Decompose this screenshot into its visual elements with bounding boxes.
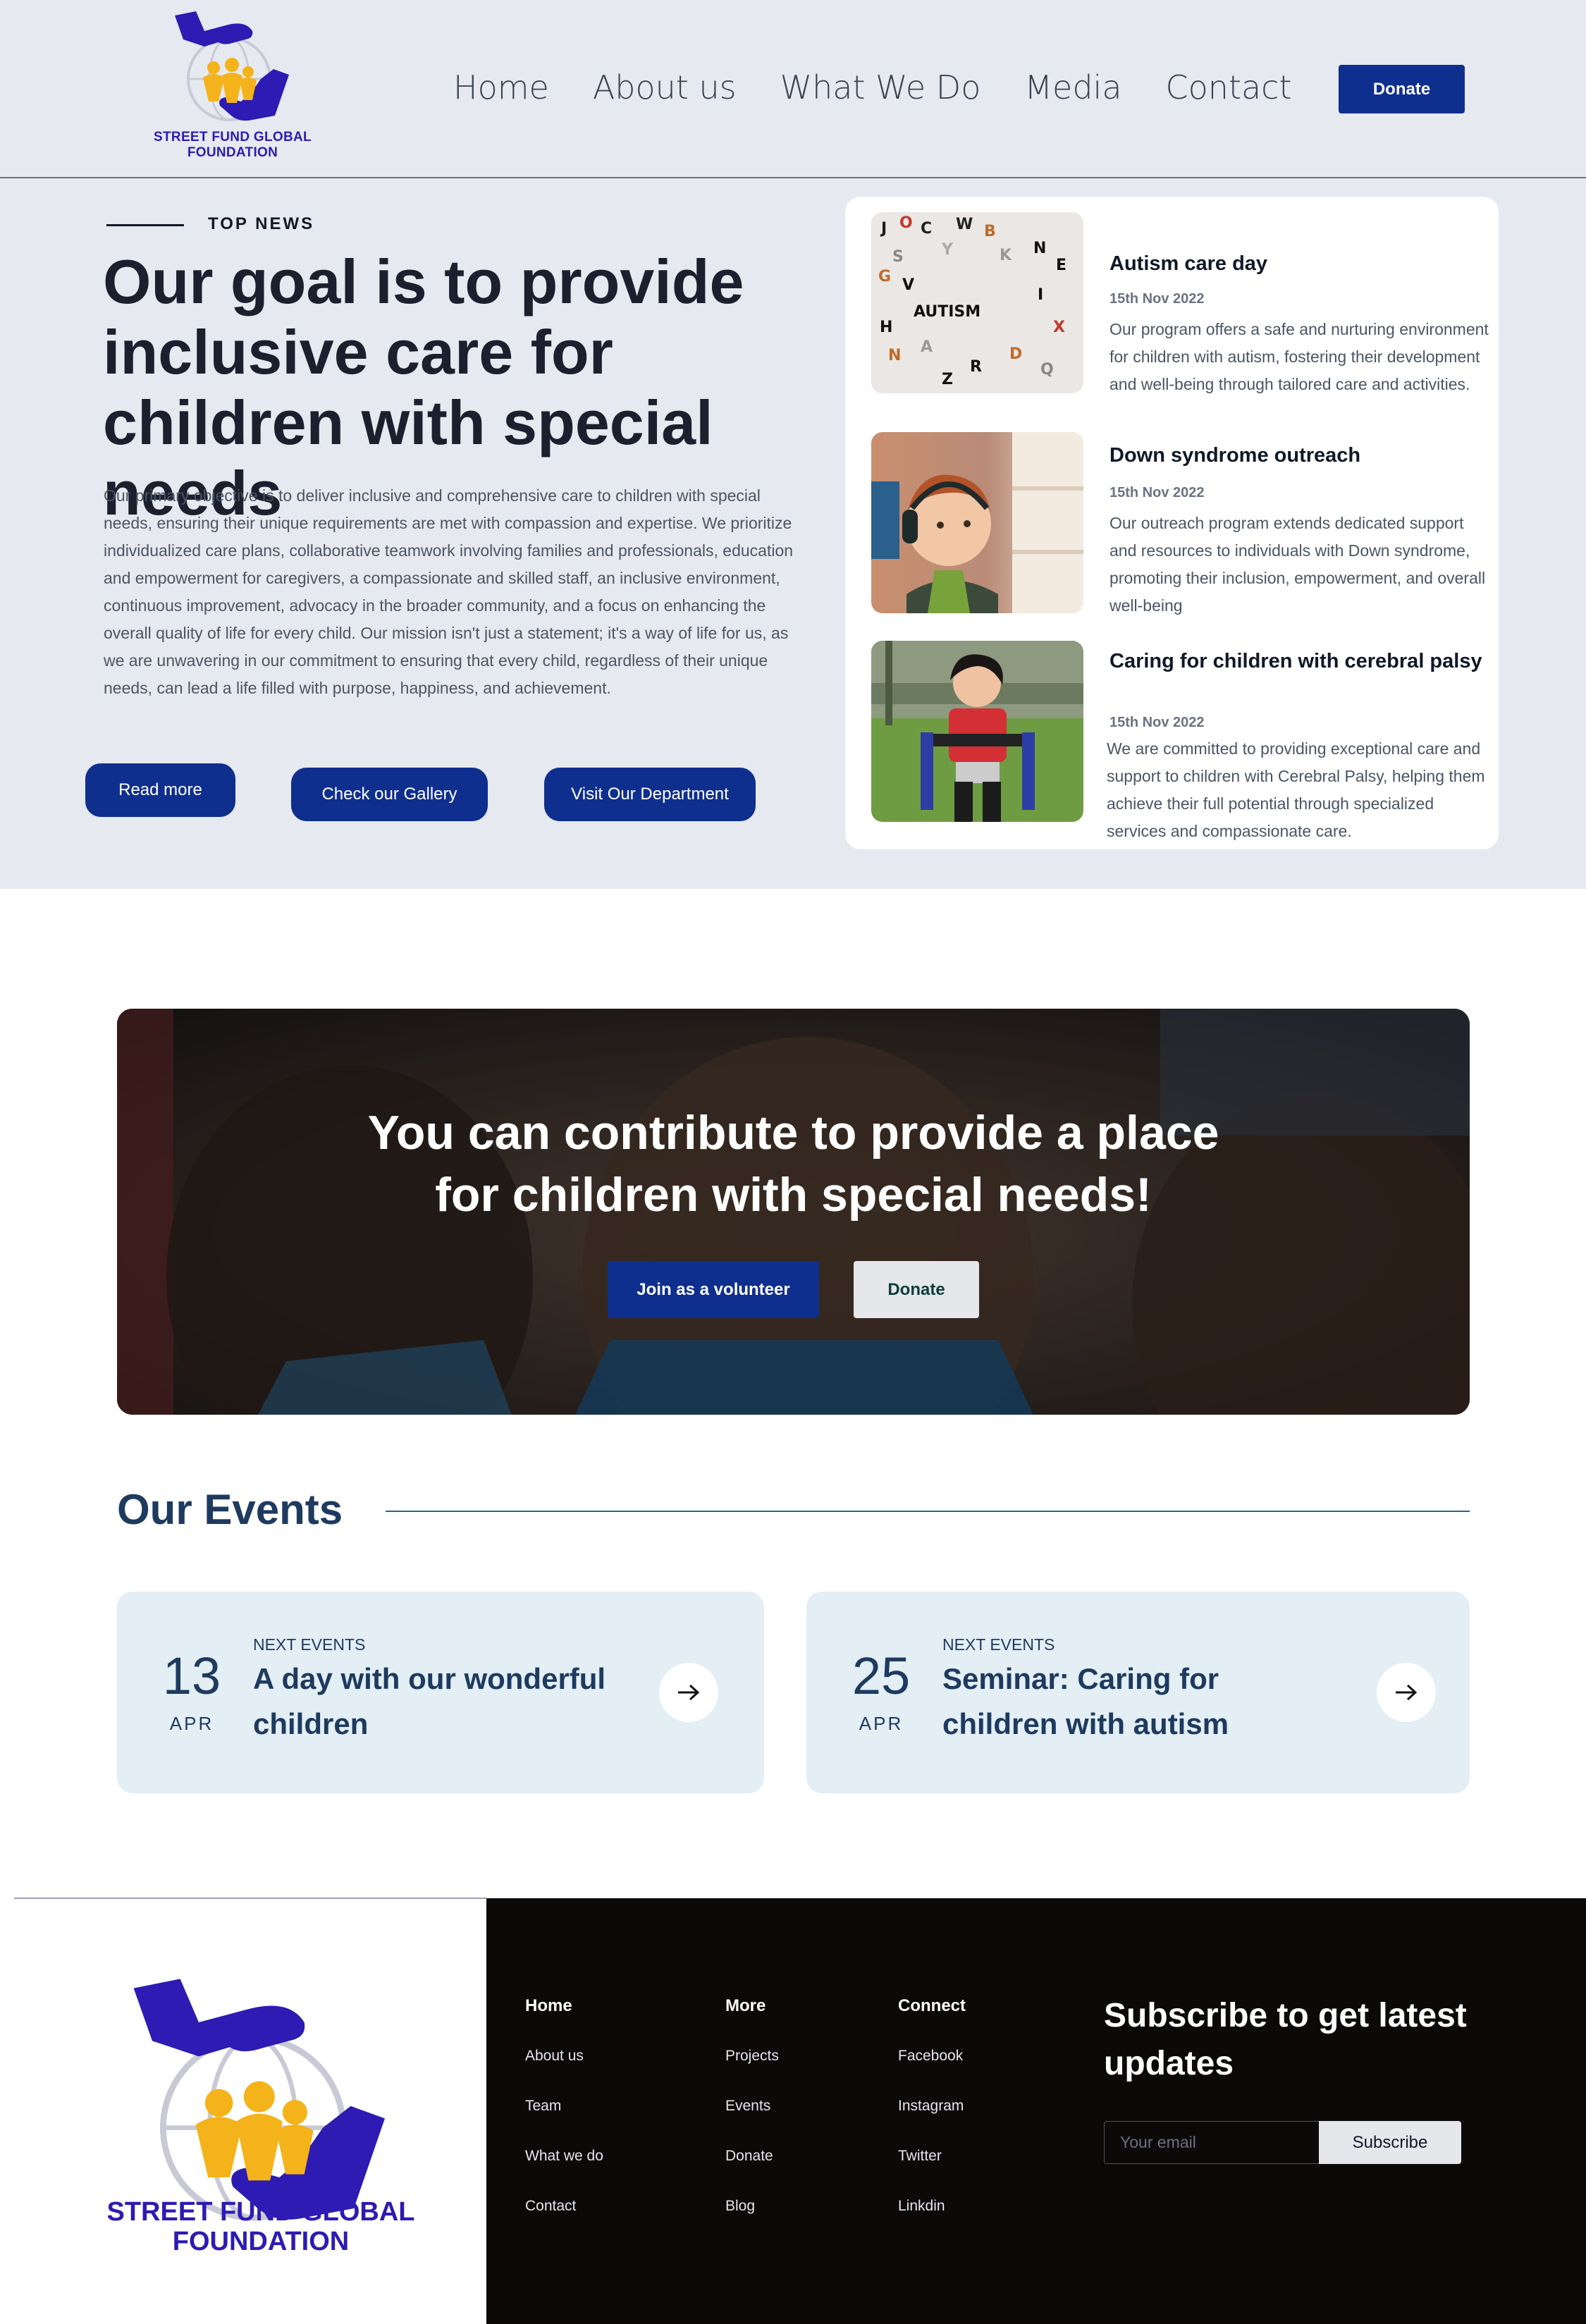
footer-link-donate[interactable]: Donate [725,2148,779,2165]
footer-link-blog[interactable]: Blog [725,2198,779,2215]
banner-title: You can contribute to provide a place fo… [117,1102,1470,1226]
child-walker-image [871,641,1083,822]
svg-text:Y: Y [941,241,954,259]
svg-text:S: S [892,248,904,266]
eyebrow-divider [106,224,184,226]
footer-link-instagram[interactable]: Instagram [898,2098,966,2115]
news-date: 15th Nov 2022 [1109,715,1205,730]
footer-logo-line2: FOUNDATION [172,2227,350,2256]
event-card[interactable]: 25 APR NEXT EVENTS Seminar: Caring for c… [806,1592,1470,1793]
footer-heading[interactable]: Home [525,1996,603,2016]
svg-text:A: A [921,338,933,356]
nav-about-us[interactable]: About us [593,66,737,109]
svg-text:Q: Q [1040,361,1054,379]
event-title[interactable]: A day with our wonderful children [253,1656,648,1747]
child-headphones-image [871,432,1083,613]
footer-links-panel [486,1898,1586,2324]
events-divider [386,1511,1470,1512]
logo-hands-globe-icon [175,11,289,121]
news-date: 15th Nov 2022 [1109,291,1205,307]
svg-text:R: R [970,358,982,376]
svg-text:D: D [1009,345,1022,363]
arrow-right-icon[interactable] [659,1663,718,1722]
nav-what-we-do[interactable]: What We Do [780,66,981,109]
event-title[interactable]: Seminar: Caring for children with autism [942,1656,1337,1747]
banner-title-line1: You can contribute to provide a place [367,1106,1219,1160]
svg-text:X: X [1053,319,1065,336]
arrow-right-icon[interactable] [1377,1663,1436,1722]
events-heading: Our Events [117,1486,343,1533]
svg-text:C: C [921,220,932,238]
footer-column-more: More Projects Events Donate Blog [725,1996,779,2248]
join-volunteer-button[interactable]: Join as a volunteer [608,1261,819,1318]
subscribe-button[interactable]: Subscribe [1319,2121,1461,2164]
footer-heading: More [725,1996,766,2015]
footer-link-events[interactable]: Events [725,2098,779,2115]
footer-link-what-we-do[interactable]: What we do [525,2148,603,2165]
logo-text-line2: FOUNDATION [187,145,278,160]
footer-link-contact[interactable]: Contact [525,2198,603,2215]
footer-link-about-us[interactable]: About us [525,2048,603,2065]
hero-eyebrow: TOP NEWS [208,214,315,233]
news-title[interactable]: Down syndrome outreach [1109,439,1483,472]
nav-home[interactable]: Home [453,66,549,109]
svg-text:H: H [880,319,892,336]
event-day: 25 [852,1647,911,1705]
hero-description: Our primary objective is to deliver incl… [104,486,794,697]
email-field[interactable] [1104,2121,1320,2164]
nav-media[interactable]: Media [1024,66,1121,109]
visit-department-button[interactable]: Visit Our Department [544,768,756,821]
event-kicker: NEXT EVENTS [253,1635,366,1654]
footer-link-linkedin[interactable]: Linkdin [898,2198,966,2215]
check-gallery-button[interactable]: Check our Gallery [291,768,488,821]
svg-text:O: O [899,214,913,232]
footer-column-connect: Connect Facebook Instagram Twitter Linkd… [898,1996,966,2248]
footer-logo-text: STREET FUND GLOBAL FOUNDATION [78,2197,444,2256]
event-kicker: NEXT EVENTS [942,1635,1055,1654]
logo[interactable]: STREET FUND GLOBAL FOUNDATION [148,10,317,161]
svg-text:V: V [902,276,914,294]
banner-title-line2: for children with special needs! [435,1168,1152,1222]
svg-text:E: E [1056,257,1066,274]
footer-heading: Connect [898,1996,966,2015]
news-title[interactable]: Autism care day [1109,247,1483,280]
logo-text-line1: STREET FUND GLOBAL [154,130,312,145]
volunteer-banner: You can contribute to provide a place fo… [117,1009,1470,1415]
event-day: 13 [162,1647,221,1705]
autism-letters-image: JOC WB N S Y K E GV I H X N A R DQ Z AUTISM [871,212,1083,393]
footer-column-home: Home About us Team What we do Contact [525,1996,603,2248]
event-card[interactable]: 13 APR NEXT EVENTS A day with our wonder… [117,1592,764,1793]
news-summary: Our program offers a safe and nurturing … [1109,320,1489,393]
event-month: APR [169,1713,214,1734]
banner-donate-button[interactable]: Donate [854,1261,979,1318]
svg-text:B: B [984,223,996,240]
svg-text:N: N [1033,240,1046,257]
site-header: STREET FUND GLOBAL FOUNDATION Home About… [0,0,1586,178]
main-nav: Home About us What We Do Media Contact [453,66,1336,109]
svg-text:I: I [1038,286,1043,304]
news-title[interactable]: Caring for children with cerebral palsy [1109,645,1483,677]
svg-text:Z: Z [942,371,953,388]
footer-link-twitter[interactable]: Twitter [898,2148,966,2165]
footer-link-team[interactable]: Team [525,2098,603,2115]
footer-link-projects[interactable]: Projects [725,2048,779,2065]
svg-text:G: G [878,268,891,285]
svg-text:J: J [880,220,887,238]
header-donate-button[interactable]: Donate [1339,65,1465,113]
footer-logo-line1: STREET FUND GLOBAL [106,2197,415,2227]
svg-text:W: W [956,216,973,233]
nav-contact[interactable]: Contact [1166,66,1292,109]
news-summary: Our outreach program extends dedicated s… [1109,514,1486,615]
footer-link-facebook[interactable]: Facebook [898,2048,966,2065]
read-more-button[interactable]: Read more [85,763,235,817]
top-news-card: JOC WB N S Y K E GV I H X N A R DQ Z AUTISM Autis… [845,197,1499,849]
news-summary: We are committed to providing exceptiona… [1107,739,1485,840]
svg-text:K: K [1000,247,1012,264]
autism-image-word: AUTISM [914,303,981,321]
svg-text:N: N [888,347,901,364]
event-month: APR [859,1713,904,1734]
subscribe-heading: Subscribe to get latest updates [1104,1997,1467,2082]
news-date: 15th Nov 2022 [1109,485,1205,500]
